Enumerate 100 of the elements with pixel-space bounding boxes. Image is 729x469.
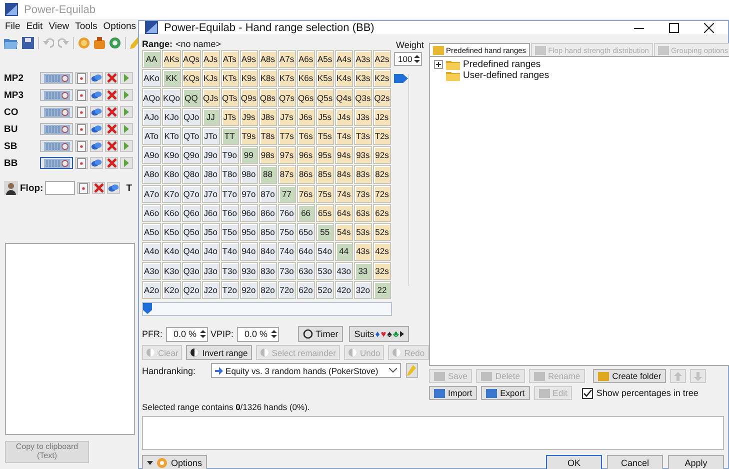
hand-cell[interactable]: ATs (220, 50, 239, 68)
chips-button[interactable] (90, 72, 103, 84)
play-button[interactable] (120, 72, 133, 84)
hand-cell[interactable]: 66 (296, 204, 315, 222)
hand-cell[interactable]: QJs (202, 88, 220, 107)
hand-cell[interactable]: 32o (354, 280, 372, 299)
hand-cell[interactable]: 52s (372, 223, 391, 242)
hand-cell[interactable]: Q7o (182, 184, 201, 203)
hand-cell[interactable]: 32s (372, 262, 391, 280)
spin-arrows-icon[interactable] (270, 328, 278, 340)
hand-cell[interactable]: 75s (316, 184, 334, 203)
hand-cell[interactable]: 84o (258, 242, 277, 261)
hand-cell[interactable]: K8s (258, 69, 277, 88)
hand-cell[interactable]: 42s (372, 242, 391, 261)
hand-cell[interactable]: T4o (220, 242, 239, 261)
hand-cell[interactable]: J9o (202, 146, 220, 164)
hand-cell[interactable]: T3s (354, 126, 372, 146)
hand-cell[interactable]: 82o (258, 280, 277, 299)
hand-cell[interactable]: 63o (296, 262, 315, 280)
hand-cell[interactable]: J4o (202, 242, 220, 261)
hand-cell[interactable]: A3s (354, 50, 372, 68)
options-button[interactable]: Options (142, 455, 208, 469)
hand-cell[interactable]: T4s (334, 126, 353, 146)
hand-cell[interactable]: J6o (202, 204, 220, 222)
dialog-button[interactable]: Apply (668, 455, 724, 469)
spin-arrows-icon[interactable] (198, 328, 207, 340)
hand-cell[interactable]: 92o (240, 280, 258, 299)
bag-icon[interactable] (94, 36, 105, 49)
hand-cell[interactable]: AQo (142, 88, 162, 107)
refresh-icon[interactable] (109, 36, 121, 49)
hand-cell[interactable]: A8o (142, 165, 162, 184)
weight-field[interactable]: 100 (394, 52, 422, 66)
caret-icon[interactable] (388, 368, 397, 373)
hand-cell[interactable]: 53s (354, 223, 372, 242)
slider-thumb[interactable] (143, 303, 152, 314)
hand-cell[interactable]: 88 (258, 165, 277, 184)
card-button[interactable] (75, 140, 88, 152)
hand-cell[interactable]: 55 (316, 223, 334, 242)
hand-cell[interactable]: Q2s (372, 88, 391, 107)
hand-cell[interactable]: J4s (334, 108, 353, 126)
hand-cell[interactable]: K4o (162, 242, 182, 261)
hand-cell[interactable]: QTo (182, 126, 201, 146)
hand-cell[interactable]: 97s (278, 146, 296, 164)
hand-cell[interactable]: A4o (142, 242, 162, 261)
hand-cell[interactable]: 96s (296, 146, 315, 164)
hand-cell[interactable]: K7o (162, 184, 182, 203)
hand-cell[interactable]: TT (220, 126, 239, 146)
hand-cell[interactable]: J7o (202, 184, 220, 203)
hand-cell[interactable]: A2s (372, 50, 391, 68)
range-button[interactable]: Create folder (593, 369, 666, 383)
checkbox[interactable] (582, 388, 594, 398)
hand-cell[interactable]: J5o (202, 223, 220, 242)
hand-cell[interactable]: A7s (278, 50, 296, 68)
spin-arrows-icon[interactable] (413, 53, 422, 65)
hand-cell[interactable]: 74s (334, 184, 353, 203)
hand-cell[interactable]: J8o (202, 165, 220, 184)
hand-cell[interactable]: KQs (182, 69, 201, 88)
hand-cell[interactable]: JJ (202, 108, 220, 126)
hand-cell[interactable]: 86s (296, 165, 315, 184)
clear-button[interactable] (105, 72, 118, 84)
hand-cell[interactable]: A9o (142, 146, 162, 164)
play-button[interactable] (120, 157, 133, 170)
hand-cell[interactable]: T6s (296, 126, 315, 146)
hand-cell[interactable]: 62o (296, 280, 315, 299)
hand-cell[interactable]: A6s (296, 50, 315, 68)
hand-cell[interactable]: KQo (162, 88, 182, 107)
hand-cell[interactable]: QTs (220, 88, 239, 107)
menu-item[interactable]: Options (103, 21, 136, 32)
clear-button[interactable] (92, 182, 106, 194)
range-slider[interactable] (142, 302, 392, 316)
hand-cell[interactable]: K3s (354, 69, 372, 88)
vpip-field[interactable]: 0.0 % (236, 326, 279, 342)
hand-cell[interactable]: QJo (182, 108, 201, 126)
hand-cell[interactable]: 95s (316, 146, 334, 164)
menu-item[interactable]: Tools (75, 21, 98, 32)
hand-cell[interactable]: K9s (240, 69, 258, 88)
hand-cell[interactable]: Q2o (182, 280, 201, 299)
play-button[interactable] (120, 140, 133, 152)
hand-cell[interactable]: T3o (220, 262, 239, 280)
clear-button[interactable] (105, 123, 118, 136)
hand-cell[interactable]: T8o (220, 165, 239, 184)
hand-cell[interactable]: Q7s (278, 88, 296, 107)
hand-cell[interactable]: 33 (354, 262, 372, 280)
hand-cell[interactable]: 53o (316, 262, 334, 280)
hand-cell[interactable]: Q4s (334, 88, 353, 107)
hand-cell[interactable]: 76s (296, 184, 315, 203)
hand-cell[interactable]: Q9o (182, 146, 201, 164)
hand-cell[interactable]: 73o (278, 262, 296, 280)
hand-cell[interactable]: J3o (202, 262, 220, 280)
hand-cell[interactable]: KJo (162, 108, 182, 126)
play-button[interactable] (120, 89, 133, 102)
tree-item[interactable]: User-defined ranges (463, 70, 550, 81)
hand-cell[interactable]: Q5s (316, 88, 334, 107)
hand-cell[interactable]: 85o (258, 223, 277, 242)
hand-cell[interactable]: Q8s (258, 88, 277, 107)
hand-cell[interactable]: AJo (142, 108, 162, 126)
hand-cell[interactable]: 22 (372, 280, 391, 299)
hand-cell[interactable]: K3o (162, 262, 182, 280)
hand-cell[interactable]: 98o (240, 165, 258, 184)
range-button[interactable] (40, 157, 73, 170)
